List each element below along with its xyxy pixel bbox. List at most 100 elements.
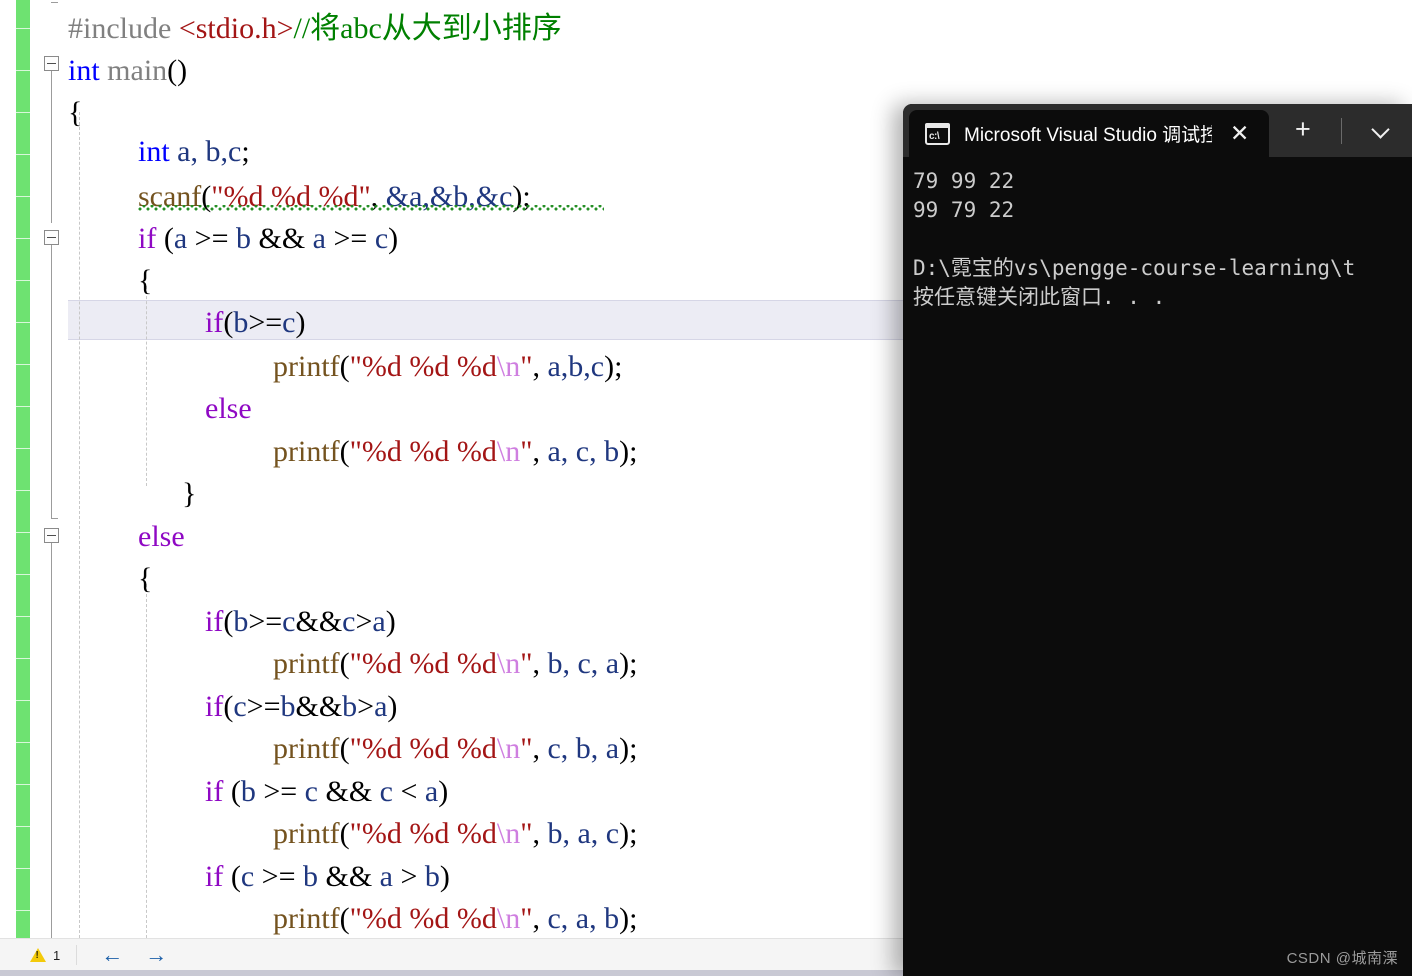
navigate-forward-icon[interactable]: → xyxy=(145,944,167,966)
code-line[interactable]: else xyxy=(205,388,252,430)
code-token: c xyxy=(233,690,247,723)
code-line[interactable]: printf("%d %d %d\n", b, c, a); xyxy=(273,643,637,685)
warning-count: 1 xyxy=(53,947,61,963)
code-line[interactable]: if (a >= b && a >= c) xyxy=(138,218,398,260)
code-token: () xyxy=(167,54,188,87)
csdn-watermark: CSDN @城南溧 xyxy=(1286,950,1398,967)
code-token: a xyxy=(424,775,439,808)
code-token: ) xyxy=(388,222,399,255)
console-tab-active[interactable]: Microsoft Visual Studio 调试控 ✕ xyxy=(909,110,1269,157)
code-token: c xyxy=(304,775,318,808)
code-token: ( xyxy=(339,817,350,850)
code-token: && xyxy=(251,222,313,255)
code-token: ; xyxy=(241,135,250,168)
code-token: a xyxy=(173,222,188,255)
console-window[interactable]: Microsoft Visual Studio 调试控 ✕ + 79 99 22… xyxy=(903,104,1412,976)
code-token: a xyxy=(312,222,326,255)
chevron-down-icon[interactable] xyxy=(1373,122,1389,138)
code-token: \n xyxy=(496,817,521,850)
code-token: if xyxy=(205,860,224,893)
code-line[interactable]: scanf("%d %d %d", &a,&b,&c); xyxy=(138,176,531,218)
code-token: , xyxy=(532,647,548,680)
code-token: >= xyxy=(248,306,283,339)
new-tab-icon[interactable]: + xyxy=(1295,116,1311,143)
error-squiggle xyxy=(138,205,604,211)
code-line[interactable]: } xyxy=(182,473,196,515)
code-token: b xyxy=(424,860,440,893)
code-line[interactable]: { xyxy=(68,92,82,134)
code-token: > xyxy=(355,605,373,638)
code-token: ( xyxy=(339,435,350,468)
close-icon[interactable]: ✕ xyxy=(1226,122,1253,145)
code-token: //将abc从大到小排序 xyxy=(293,12,562,45)
code-line[interactable]: { xyxy=(138,558,152,600)
code-line[interactable]: else xyxy=(138,516,185,558)
code-token: ) xyxy=(438,775,449,808)
console-line: 79 99 22 xyxy=(913,169,1015,193)
code-token: "%d %d %d xyxy=(349,902,497,935)
code-token: ( xyxy=(339,647,350,680)
code-line[interactable]: printf("%d %d %d\n", a,b,c); xyxy=(273,346,622,388)
console-tab-bar[interactable]: Microsoft Visual Studio 调试控 ✕ + xyxy=(903,104,1412,157)
code-token: && xyxy=(295,605,343,638)
code-token: a xyxy=(374,690,388,723)
code-line[interactable]: if (b >= c && c < a) xyxy=(205,771,448,813)
code-token: if xyxy=(205,775,224,808)
warning-triangle-icon xyxy=(30,948,46,962)
code-token: "%d %d %d xyxy=(349,647,497,680)
code-token: ( xyxy=(223,775,241,808)
code-token: } xyxy=(182,477,197,510)
code-token: " xyxy=(520,732,533,765)
code-token: > xyxy=(357,690,375,723)
code-line[interactable]: if(b>=c) xyxy=(205,302,306,344)
warning-indicator[interactable]: 1 xyxy=(0,948,74,963)
code-token: a xyxy=(379,860,393,893)
cmd-prompt-icon xyxy=(925,122,950,145)
code-line[interactable]: printf("%d %d %d\n", b, a, c); xyxy=(273,813,637,855)
code-token: c, a, b xyxy=(547,902,620,935)
code-token: c xyxy=(282,306,296,339)
code-token: c xyxy=(240,860,255,893)
code-token: && xyxy=(318,860,380,893)
code-token: a, c, b xyxy=(547,435,620,468)
code-token: ) xyxy=(439,860,450,893)
navigation-arrows[interactable]: ← → xyxy=(79,944,167,966)
code-line[interactable]: int main() xyxy=(68,50,187,92)
console-output[interactable]: 79 99 22 99 79 22 D:\霓宝的vs\pengge-course-l… xyxy=(903,157,1412,976)
code-token: \n xyxy=(496,732,521,765)
code-line[interactable]: { xyxy=(138,260,152,302)
code-token: ( xyxy=(223,860,241,893)
code-token: if xyxy=(205,306,224,339)
code-token: ); xyxy=(619,732,638,765)
console-line: 按任意键关闭此窗口. . . xyxy=(913,285,1166,309)
code-token: < xyxy=(393,775,425,808)
code-token: >= xyxy=(248,605,283,638)
code-token: , xyxy=(532,350,548,383)
code-token: b xyxy=(280,690,296,723)
navigate-back-icon[interactable]: ← xyxy=(101,944,123,966)
code-token: \n xyxy=(496,350,521,383)
code-token: >= xyxy=(255,775,305,808)
code-line[interactable]: if (c >= b && a > b) xyxy=(205,856,450,898)
code-line[interactable]: int a, b,c; xyxy=(138,131,250,173)
code-token: if xyxy=(205,690,224,723)
code-token: b, a, c xyxy=(547,817,620,850)
code-line[interactable]: #include <stdio.h>//将abc从大到小排序 xyxy=(68,8,562,50)
code-token: "%d %d %d xyxy=(349,435,497,468)
code-token: && xyxy=(318,775,380,808)
code-token: c xyxy=(374,222,389,255)
code-line[interactable]: printf("%d %d %d\n", a, c, b); xyxy=(273,431,637,473)
code-line[interactable]: printf("%d %d %d\n", c, a, b); xyxy=(273,898,637,940)
code-line[interactable]: if(c>=b&&b>a) xyxy=(205,686,397,728)
console-tab-title: Microsoft Visual Studio 调试控 xyxy=(964,125,1212,146)
code-token: c xyxy=(379,775,393,808)
code-line[interactable]: if(b>=c&&c>a) xyxy=(205,601,396,643)
code-token: int xyxy=(138,135,170,168)
code-token: , xyxy=(532,902,548,935)
code-line[interactable]: printf("%d %d %d\n", c, b, a); xyxy=(273,728,637,770)
console-line: D:\霓宝的vs\pengge-course-learning\t xyxy=(913,256,1356,280)
code-token: b, c, a xyxy=(547,647,620,680)
code-token: if xyxy=(205,605,224,638)
console-line: 99 79 22 xyxy=(913,198,1015,222)
